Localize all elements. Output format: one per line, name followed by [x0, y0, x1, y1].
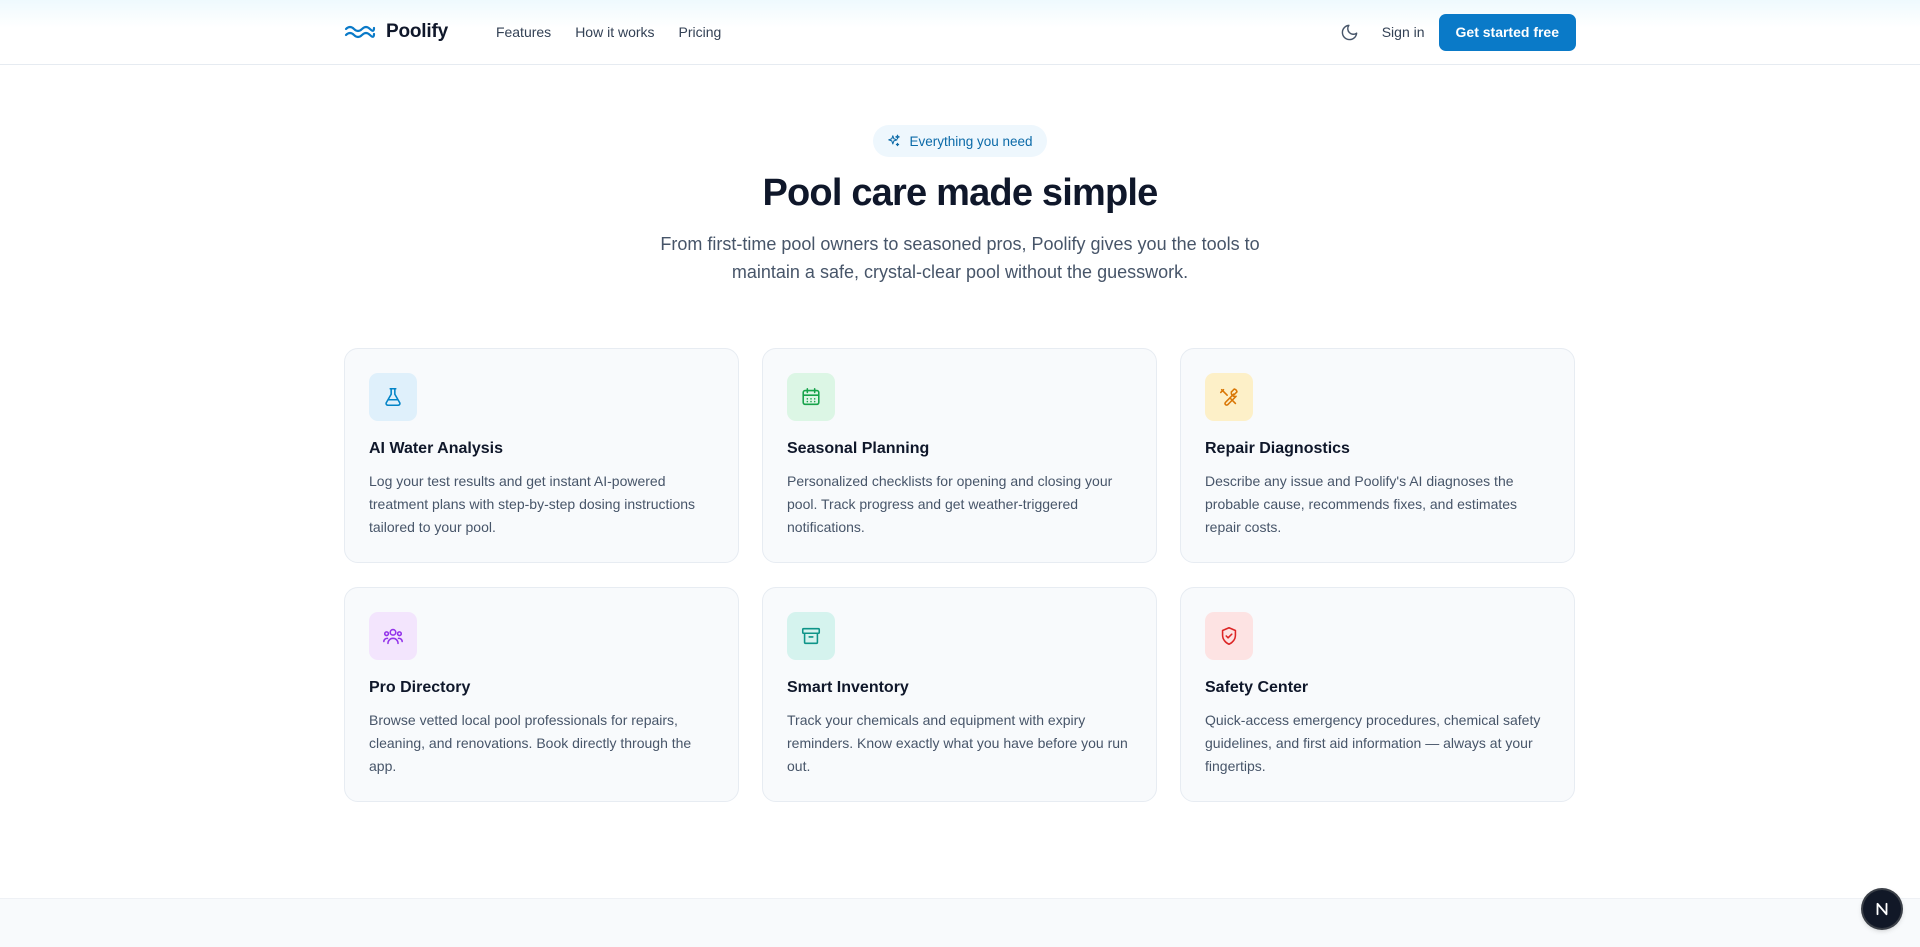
shield-check-icon — [1205, 612, 1253, 660]
archive-icon — [787, 612, 835, 660]
flask-icon — [369, 373, 417, 421]
site-header: Poolify Features How it works Pricing Si… — [0, 0, 1920, 65]
feature-title: Smart Inventory — [787, 679, 909, 696]
feature-title: AI Water Analysis — [369, 440, 503, 457]
feature-card-water-analysis: AI Water Analysis Log your test results … — [344, 348, 739, 563]
brand-name: Poolify — [386, 21, 448, 42]
header-actions: Sign in Get started free — [1338, 13, 1576, 51]
users-icon — [369, 612, 417, 660]
features-grid: AI Water Analysis Log your test results … — [344, 348, 1576, 802]
section-title: Pool care made simple — [762, 172, 1158, 214]
feature-description: Quick-access emergency procedures, chemi… — [1205, 712, 1541, 774]
feature-description: Track your chemicals and equipment with … — [787, 712, 1128, 774]
section-badge: Everything you need — [873, 125, 1047, 157]
feature-title: Seasonal Planning — [787, 440, 930, 457]
section-subtitle: From first-time pool owners to seasoned … — [660, 234, 1260, 282]
waves-logo-icon — [344, 22, 376, 42]
calendar-icon — [787, 373, 835, 421]
get-started-button[interactable]: Get started free — [1438, 13, 1576, 51]
feature-card-repair-diagnostics: Repair Diagnostics Describe any issue an… — [1180, 348, 1575, 563]
n-logo-icon[interactable] — [1863, 890, 1901, 928]
feature-title: Repair Diagnostics — [1205, 440, 1350, 457]
feature-description: Log your test results and get instant AI… — [369, 473, 696, 535]
feature-card-smart-inventory: Smart Inventory Track your chemicals and… — [762, 587, 1157, 802]
feature-title: Pro Directory — [369, 679, 471, 696]
next-section-band — [0, 898, 1920, 947]
nav-pricing[interactable]: Pricing — [679, 24, 722, 40]
badge-label: Everything you need — [909, 133, 1033, 149]
sign-in-link[interactable]: Sign in — [1382, 24, 1425, 40]
feature-description: Describe any issue and Poolify's AI diag… — [1205, 473, 1518, 535]
nav-features[interactable]: Features — [496, 24, 551, 40]
feature-description: Personalized checklists for opening and … — [787, 473, 1113, 535]
moon-icon[interactable] — [1338, 20, 1362, 44]
feature-description: Browse vetted local pool professionals f… — [369, 712, 692, 774]
sparkles-icon — [887, 134, 901, 148]
main-nav: Features How it works Pricing — [496, 24, 721, 40]
feature-card-seasonal-planning: Seasonal Planning Personalized checklist… — [762, 348, 1157, 563]
feature-card-safety-center: Safety Center Quick-access emergency pro… — [1180, 587, 1575, 802]
header-inner: Poolify Features How it works Pricing Si… — [344, 0, 1576, 64]
brand-link[interactable]: Poolify — [344, 21, 448, 43]
feature-card-pro-directory: Pro Directory Browse vetted local pool p… — [344, 587, 739, 802]
nav-how-it-works[interactable]: How it works — [575, 24, 654, 40]
feature-title: Safety Center — [1205, 679, 1309, 696]
wrench-icon — [1205, 373, 1253, 421]
